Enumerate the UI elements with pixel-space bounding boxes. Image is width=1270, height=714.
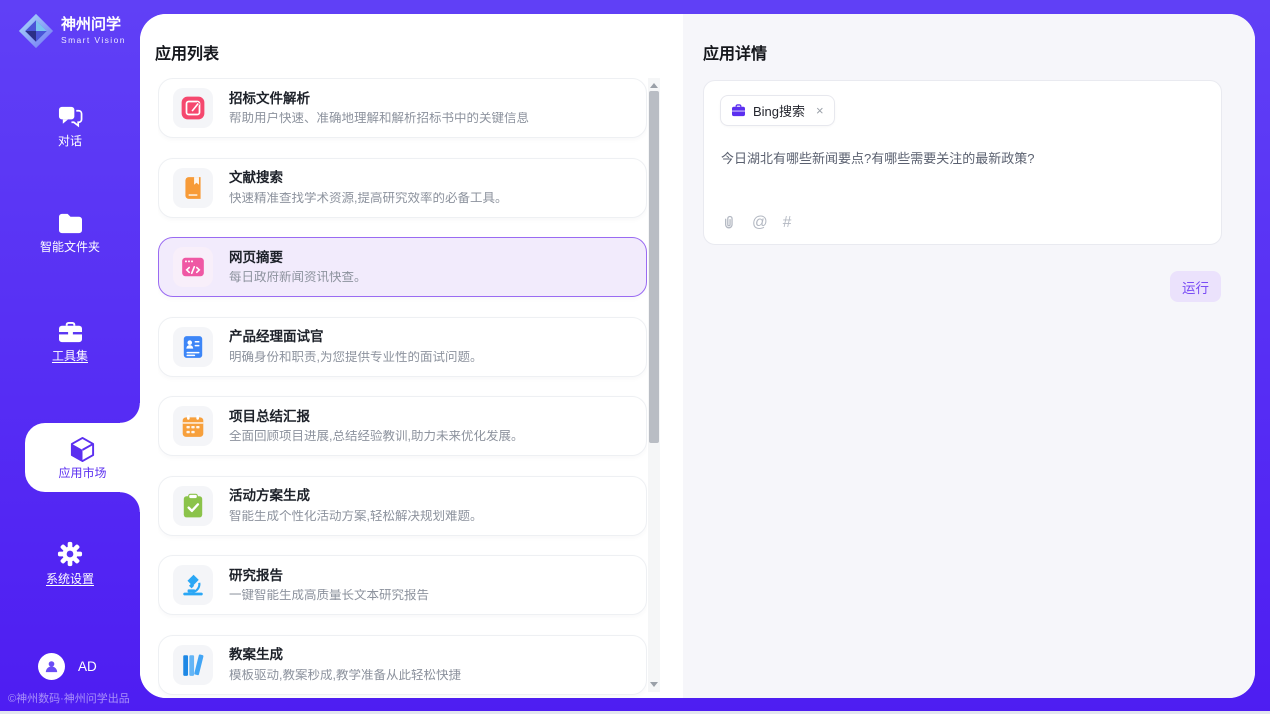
books-icon — [173, 645, 213, 685]
briefcase-icon — [731, 104, 746, 117]
sidebar-item-chat[interactable]: 对话 — [0, 104, 140, 147]
user-name: AD — [78, 659, 97, 674]
app-card-research-report[interactable]: 研究报告 一键智能生成高质量长文本研究报告 — [158, 555, 647, 615]
toolbox-icon — [57, 321, 84, 344]
attachment-toolbar: @ # — [720, 214, 791, 231]
scroll-down-arrow-icon[interactable] — [650, 682, 658, 687]
app-card-description: 快速精准查找学术资源,提高研究效率的必备工具。 — [229, 192, 507, 205]
tag-close-icon[interactable]: × — [816, 104, 824, 117]
app-card-description: 模板驱动,教案秒成,教学准备从此轻松快捷 — [229, 669, 461, 682]
app-card-description: 帮助用户快速、准确地理解和解析招标书中的关键信息 — [229, 112, 529, 125]
browser-code-icon — [173, 247, 213, 287]
paperclip-icon[interactable] — [720, 214, 737, 231]
book-icon — [173, 168, 213, 208]
sidebar-item-settings[interactable]: 系统设置 — [0, 541, 140, 585]
app-card-lesson-plan[interactable]: 教案生成 模板驱动,教案秒成,教学准备从此轻松快捷 — [158, 635, 647, 695]
app-window: { "brand": { "name": "神州问学", "subtitle":… — [0, 0, 1270, 714]
clipboard-check-icon — [173, 486, 213, 526]
edit-icon — [173, 88, 213, 128]
app-card-description: 明确身份和职责,为您提供专业性的面试问题。 — [229, 351, 482, 364]
sidebar-item-folders[interactable]: 智能文件夹 — [0, 212, 140, 253]
app-card-title: 教案生成 — [229, 648, 461, 662]
list-scrollbar[interactable] — [648, 78, 660, 692]
hash-icon[interactable]: # — [783, 215, 792, 231]
sidebar-item-tools[interactable]: 工具集 — [0, 321, 140, 362]
app-detail-title: 应用详情 — [703, 40, 767, 64]
resume-icon — [173, 327, 213, 367]
app-card-title: 研究报告 — [229, 569, 429, 583]
query-input[interactable]: 今日湖北有哪些新闻要点?有哪些需要关注的最新政策? — [721, 149, 1205, 169]
app-card-web-summary[interactable]: 网页摘要 每日政府新闻资讯快查。 — [158, 237, 647, 297]
scrollbar-thumb[interactable] — [649, 91, 659, 443]
app-card-bid-analysis[interactable]: 招标文件解析 帮助用户快速、准确地理解和解析招标书中的关键信息 — [158, 78, 647, 138]
main-content: 应用列表 招标文件解析 帮助用户快速、准确地理解和解析招标书中的关键信息 文献搜… — [140, 14, 1255, 698]
cube-icon — [69, 436, 96, 463]
sidebar: 神州问学 Smart Vision 对话 智能文件夹 工具集 应用市场 — [0, 0, 140, 714]
tool-tag-label: Bing搜索 — [753, 101, 805, 120]
app-list-panel: 应用列表 招标文件解析 帮助用户快速、准确地理解和解析招标书中的关键信息 文献搜… — [140, 14, 683, 698]
app-card-description: 全面回顾项目进展,总结经验教训,助力未来优化发展。 — [229, 430, 523, 443]
app-card-title: 项目总结汇报 — [229, 410, 523, 424]
app-card-title: 产品经理面试官 — [229, 330, 482, 344]
folder-icon — [57, 212, 84, 235]
sidebar-nav: 对话 智能文件夹 工具集 应用市场 系统设置 — [0, 0, 140, 714]
app-detail-panel: 应用详情 Bing搜索 × 今日湖北有哪些新闻要点?有哪些需要关注的最新政策? … — [683, 14, 1255, 698]
gear-icon — [57, 541, 83, 567]
app-card-pm-interviewer[interactable]: 产品经理面试官 明确身份和职责,为您提供专业性的面试问题。 — [158, 317, 647, 377]
app-card-title: 活动方案生成 — [229, 489, 482, 503]
copyright-footer: ©神州数码·神州问学出品 — [8, 690, 130, 706]
user-avatar-icon — [38, 653, 65, 680]
at-icon[interactable]: @ — [752, 215, 768, 231]
app-card-project-report[interactable]: 项目总结汇报 全面回顾项目进展,总结经验教训,助力未来优化发展。 — [158, 396, 647, 456]
app-card-description: 一键智能生成高质量长文本研究报告 — [229, 589, 429, 602]
user-row[interactable]: AD — [38, 653, 97, 680]
microscope-icon — [173, 565, 213, 605]
app-card-literature-search[interactable]: 文献搜索 快速精准查找学术资源,提高研究效率的必备工具。 — [158, 158, 647, 218]
app-list-title: 应用列表 — [155, 40, 219, 64]
calendar-icon — [173, 406, 213, 446]
app-list: 招标文件解析 帮助用户快速、准确地理解和解析招标书中的关键信息 文献搜索 快速精… — [158, 78, 647, 698]
app-card-event-plan[interactable]: 活动方案生成 智能生成个性化活动方案,轻松解决规划难题。 — [158, 476, 647, 536]
app-card-title: 网页摘要 — [229, 251, 367, 265]
scroll-up-arrow-icon[interactable] — [650, 83, 658, 88]
tool-tag-bing-search[interactable]: Bing搜索 × — [720, 95, 835, 126]
chat-icon — [57, 104, 84, 129]
app-card-description: 智能生成个性化活动方案,轻松解决规划难题。 — [229, 510, 482, 523]
app-card-description: 每日政府新闻资讯快查。 — [229, 271, 367, 284]
prompt-input-card[interactable]: Bing搜索 × 今日湖北有哪些新闻要点?有哪些需要关注的最新政策? @ # — [703, 80, 1222, 245]
app-card-title: 文献搜索 — [229, 171, 507, 185]
run-button[interactable]: 运行 — [1170, 271, 1221, 302]
app-card-title: 招标文件解析 — [229, 92, 529, 106]
sidebar-item-market[interactable]: 应用市场 — [25, 423, 140, 492]
